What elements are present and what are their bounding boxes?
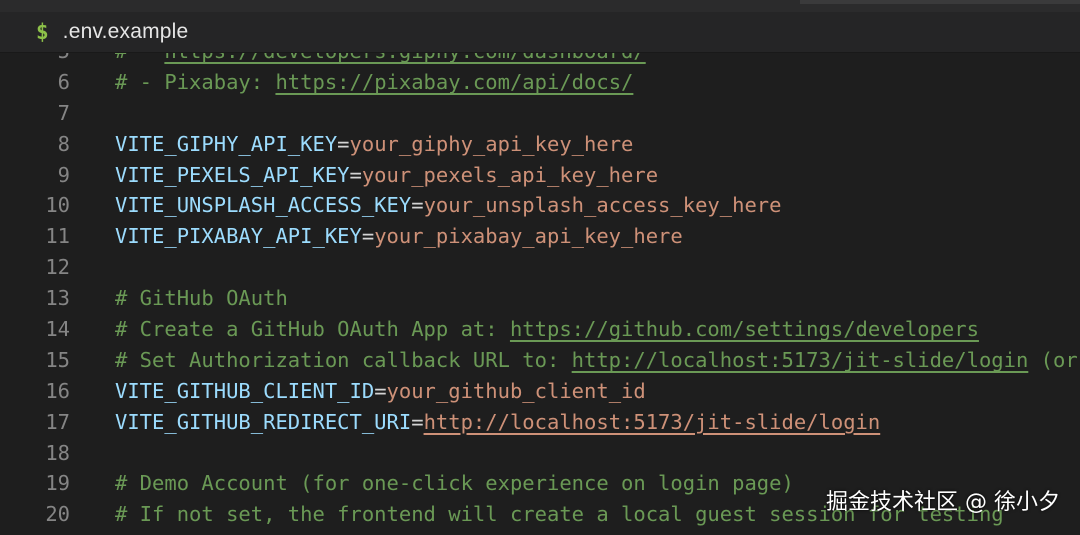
operator-token: = <box>337 131 350 156</box>
line-number: 5 <box>0 53 70 67</box>
line-text: VITE_PEXELS_API_KEY=your_pexels_api_key_… <box>115 160 658 191</box>
line-number: 13 <box>45 286 70 311</box>
comment-token: (or <box>1028 347 1078 372</box>
editor-window: $ .env.example 5 # https://developers.gip… <box>0 0 1080 535</box>
line-text: # Set Authorization callback URL to: htt… <box>115 345 1078 376</box>
line-number: 11 <box>45 224 70 249</box>
env-value-token: your_pixabay_api_key_here <box>374 224 683 249</box>
line-number: 7 <box>57 100 70 125</box>
comment-token: # Create a GitHub OAuth App at: <box>115 317 510 342</box>
line-text: # Demo Account (for one-click experience… <box>115 468 794 499</box>
comment-token: # <box>115 53 164 63</box>
code-line[interactable]: 10 VITE_UNSPLASH_ACCESS_KEY=your_unsplash… <box>0 190 1080 221</box>
operator-token: = <box>411 193 424 218</box>
env-value-link-token[interactable]: http://localhost:5173/jit-slide/login <box>424 410 881 434</box>
line-number: 17 <box>45 409 70 434</box>
line-text: VITE_GITHUB_CLIENT_ID=your_github_client… <box>115 376 646 407</box>
env-key-token: VITE_GIPHY_API_KEY <box>115 131 338 156</box>
line-number: 18 <box>45 440 70 465</box>
comment-link-token[interactable]: https://developers.giphy.com/dashboard/ <box>164 53 645 63</box>
line-number: 9 <box>57 162 70 187</box>
line-number: 8 <box>57 131 70 156</box>
comment-token: # - Pixabay: <box>115 69 276 94</box>
operator-token: = <box>411 409 424 434</box>
code-lines: 5 # https://developers.giphy.com/dashboar… <box>0 53 1080 535</box>
line-text: # Create a GitHub OAuth App at: https://… <box>115 314 979 345</box>
env-key-token: VITE_GITHUB_REDIRECT_URI <box>115 409 412 434</box>
operator-token: = <box>361 224 375 249</box>
line-number: 15 <box>45 347 70 372</box>
code-line[interactable]: 17 VITE_GITHUB_REDIRECT_URI=http://localh… <box>0 407 1080 438</box>
line-text: VITE_PIXABAY_API_KEY=your_pixabay_api_ke… <box>115 221 683 252</box>
tab-strip-highlight <box>800 0 1080 4</box>
code-line[interactable]: 15 # Set Authorization callback URL to: h… <box>0 345 1080 376</box>
comment-token: # Demo Account (for one-click experience… <box>115 471 794 496</box>
code-line[interactable]: 13 # GitHub OAuth <box>0 283 1080 314</box>
comment-link-token[interactable]: http://localhost:5173/jit-slide/login <box>572 348 1029 372</box>
env-key-token: VITE_UNSPLASH_ACCESS_KEY <box>115 193 412 218</box>
env-value-token: your_giphy_api_key_here <box>349 131 634 156</box>
line-number: 10 <box>45 193 70 218</box>
code-line[interactable]: 12 <box>0 252 1080 283</box>
tab-bar: $ .env.example <box>0 0 1080 53</box>
line-number: 16 <box>45 378 70 403</box>
comment-token: # GitHub OAuth <box>115 286 288 311</box>
line-text: # https://developers.giphy.com/dashboard… <box>115 53 646 67</box>
env-key-token: VITE_PEXELS_API_KEY <box>115 162 350 187</box>
code-line[interactable]: 9 VITE_PEXELS_API_KEY=your_pexels_api_key… <box>0 160 1080 191</box>
comment-link-token[interactable]: https://github.com/settings/developers <box>510 317 979 341</box>
env-key-token: VITE_GITHUB_CLIENT_ID <box>115 378 375 403</box>
env-value-token: your_github_client_id <box>386 378 646 403</box>
line-number: 14 <box>45 317 70 342</box>
watermark: 掘金技术社区 @ 徐小夕 <box>826 490 1060 515</box>
line-number: 20 <box>45 502 70 527</box>
env-key-token: VITE_PIXABAY_API_KEY <box>115 224 362 249</box>
line-number: 6 <box>57 69 70 94</box>
operator-token: = <box>349 162 362 187</box>
line-text: VITE_GITHUB_REDIRECT_URI=http://localhos… <box>115 407 880 438</box>
code-line[interactable]: 18 <box>0 438 1080 469</box>
line-text: # GitHub OAuth <box>115 283 288 314</box>
code-line[interactable]: 11 VITE_PIXABAY_API_KEY=your_pixabay_api_… <box>0 221 1080 252</box>
operator-token: = <box>374 378 387 403</box>
code-line[interactable]: 14 # Create a GitHub OAuth App at: https:… <box>0 314 1080 345</box>
code-line[interactable]: 21 VITE_DEMO_ACCOUNT=demo@aippt.cc <box>0 530 1080 535</box>
code-line[interactable]: 5 # https://developers.giphy.com/dashboar… <box>0 53 1080 67</box>
code-line[interactable]: 6 # - Pixabay: https://pixabay.com/api/do… <box>0 67 1080 98</box>
comment-link-token[interactable]: https://pixabay.com/api/docs/ <box>275 70 633 94</box>
line-text: VITE_GIPHY_API_KEY=your_giphy_api_key_he… <box>115 129 633 160</box>
line-text: VITE_DEMO_ACCOUNT=demo@aippt.cc <box>115 530 498 535</box>
code-line[interactable]: 7 <box>0 98 1080 129</box>
env-value-token: your_pexels_api_key_here <box>361 162 659 187</box>
line-number: 12 <box>45 255 70 280</box>
line-number: 19 <box>45 471 70 496</box>
tab-label: .env.example <box>62 20 189 43</box>
shell-file-icon: $ <box>36 20 49 44</box>
env-value-token: your_unsplash_access_key_here <box>423 193 782 218</box>
tab-env-example[interactable]: $ .env.example <box>20 12 188 52</box>
code-line[interactable]: 16 VITE_GITHUB_CLIENT_ID=your_github_clie… <box>0 376 1080 407</box>
comment-token: # Set Authorization callback URL to: <box>115 347 572 372</box>
code-line[interactable]: 8 VITE_GIPHY_API_KEY=your_giphy_api_key_h… <box>0 129 1080 160</box>
line-number: 21 <box>0 530 70 535</box>
line-text: VITE_UNSPLASH_ACCESS_KEY=your_unsplash_a… <box>115 190 781 221</box>
line-text: # - Pixabay: https://pixabay.com/api/doc… <box>115 67 633 98</box>
code-editor[interactable]: 5 # https://developers.giphy.com/dashboar… <box>0 53 1080 535</box>
